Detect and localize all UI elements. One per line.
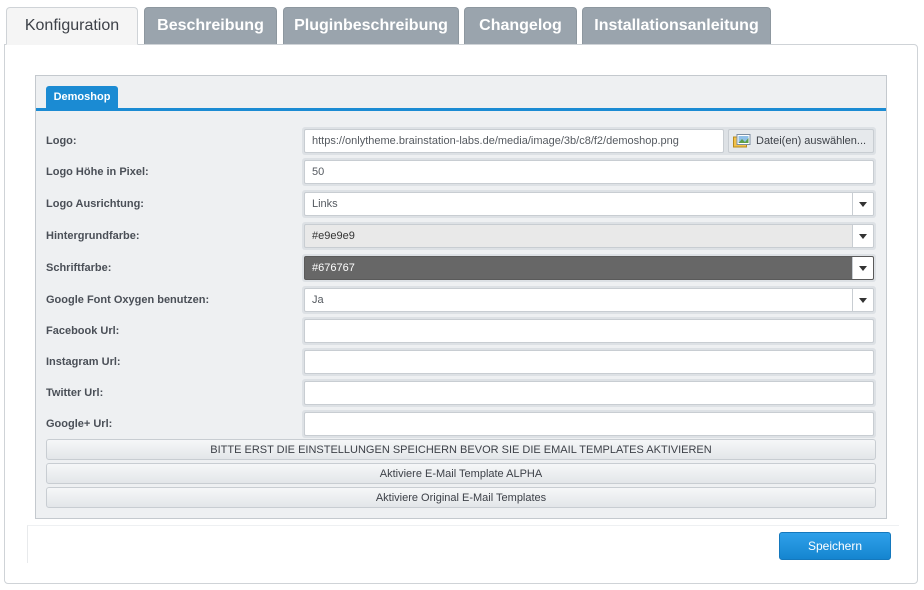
twitter-url-input[interactable] xyxy=(304,381,874,405)
font-color-row: Schriftfarbe: #676767 xyxy=(46,254,876,282)
google-font-row: Google Font Oxygen benutzen: Ja xyxy=(46,286,876,314)
tab-demoshop[interactable]: Demoshop xyxy=(46,86,118,108)
twitter-label: Twitter Url: xyxy=(46,387,104,399)
twitter-row: Twitter Url: xyxy=(46,379,876,407)
tab-label: Installationsanleitung xyxy=(594,17,759,34)
facebook-url-input[interactable] xyxy=(304,319,874,343)
googleplus-field xyxy=(302,410,876,438)
tab-konfiguration[interactable]: Konfiguration xyxy=(6,7,138,45)
main-tab-bar: Konfiguration Beschreibung Pluginbeschre… xyxy=(6,7,918,45)
save-button[interactable]: Speichern xyxy=(779,532,891,560)
font-color-value: #676767 xyxy=(312,262,355,274)
twitter-field xyxy=(302,379,876,407)
tab-installationsanleitung[interactable]: Installationsanleitung xyxy=(582,7,771,44)
logo-label: Logo: xyxy=(46,135,77,147)
bg-color-label: Hintergrundfarbe: xyxy=(46,230,140,242)
instagram-label: Instagram Url: xyxy=(46,356,121,368)
logo-height-input[interactable]: 50 xyxy=(304,160,874,184)
config-panel: Demoshop Logo: https://onlytheme.brainst… xyxy=(4,44,918,584)
file-select-button[interactable]: Datei(en) auswählen... xyxy=(728,129,874,153)
logo-height-label: Logo Höhe in Pixel: xyxy=(46,166,149,178)
file-select-label: Datei(en) auswählen... xyxy=(756,135,867,147)
google-font-label: Google Font Oxygen benutzen: xyxy=(46,294,210,306)
font-color-label: Schriftfarbe: xyxy=(46,262,112,274)
logo-row: Logo: https://onlytheme.brainstation-lab… xyxy=(46,127,876,155)
form-footer xyxy=(27,525,899,563)
tab-label: Konfiguration xyxy=(24,17,120,34)
font-color-picker[interactable]: #676767 xyxy=(304,256,874,280)
googleplus-url-input[interactable] xyxy=(304,412,874,436)
chevron-down-icon[interactable] xyxy=(852,289,873,311)
instagram-field xyxy=(302,348,876,376)
tab-changelog[interactable]: Changelog xyxy=(464,7,577,44)
chevron-down-icon[interactable] xyxy=(852,193,873,215)
googleplus-label: Google+ Url: xyxy=(46,418,113,430)
logo-align-select[interactable]: Links xyxy=(304,192,874,216)
google-font-select[interactable]: Ja xyxy=(304,288,874,312)
image-folder-icon xyxy=(733,134,751,148)
chevron-down-icon[interactable] xyxy=(852,225,873,247)
instagram-row: Instagram Url: xyxy=(46,348,876,376)
logo-height-row: Logo Höhe in Pixel: 50 xyxy=(46,158,876,186)
logo-field: https://onlytheme.brainstation-labs.de/m… xyxy=(302,127,876,155)
shop-tab-bar: Demoshop xyxy=(36,76,886,111)
shop-config-box: Demoshop Logo: https://onlytheme.brainst… xyxy=(35,75,887,519)
bg-color-field: #e9e9e9 xyxy=(302,222,876,250)
tab-label: Changelog xyxy=(479,17,562,34)
bg-color-value: #e9e9e9 xyxy=(312,230,355,242)
logo-align-row: Logo Ausrichtung: Links xyxy=(46,190,876,218)
activate-original-templates-button[interactable]: Aktiviere Original E-Mail Templates xyxy=(46,487,876,508)
instagram-url-input[interactable] xyxy=(304,350,874,374)
font-color-field: #676767 xyxy=(302,254,876,282)
googleplus-row: Google+ Url: xyxy=(46,410,876,438)
save-first-warning-button[interactable]: BITTE ERST DIE EINSTELLUNGEN SPEICHERN B… xyxy=(46,439,876,460)
facebook-row: Facebook Url: xyxy=(46,317,876,345)
tab-label: Pluginbeschreibung xyxy=(294,17,448,34)
logo-align-label: Logo Ausrichtung: xyxy=(46,198,144,210)
google-font-value: Ja xyxy=(312,294,324,306)
bg-color-row: Hintergrundfarbe: #e9e9e9 xyxy=(46,222,876,250)
tab-label: Beschreibung xyxy=(157,17,264,34)
facebook-field xyxy=(302,317,876,345)
activate-alpha-template-button[interactable]: Aktiviere E-Mail Template ALPHA xyxy=(46,463,876,484)
tab-beschreibung[interactable]: Beschreibung xyxy=(144,7,277,44)
facebook-label: Facebook Url: xyxy=(46,325,120,337)
logo-height-field: 50 xyxy=(302,158,876,186)
chevron-down-icon[interactable] xyxy=(852,257,873,279)
google-font-field: Ja xyxy=(302,286,876,314)
bg-color-picker[interactable]: #e9e9e9 xyxy=(304,224,874,248)
logo-url-input[interactable]: https://onlytheme.brainstation-labs.de/m… xyxy=(304,129,724,153)
logo-align-value: Links xyxy=(312,198,338,210)
tab-pluginbeschreibung[interactable]: Pluginbeschreibung xyxy=(283,7,459,44)
logo-align-field: Links xyxy=(302,190,876,218)
